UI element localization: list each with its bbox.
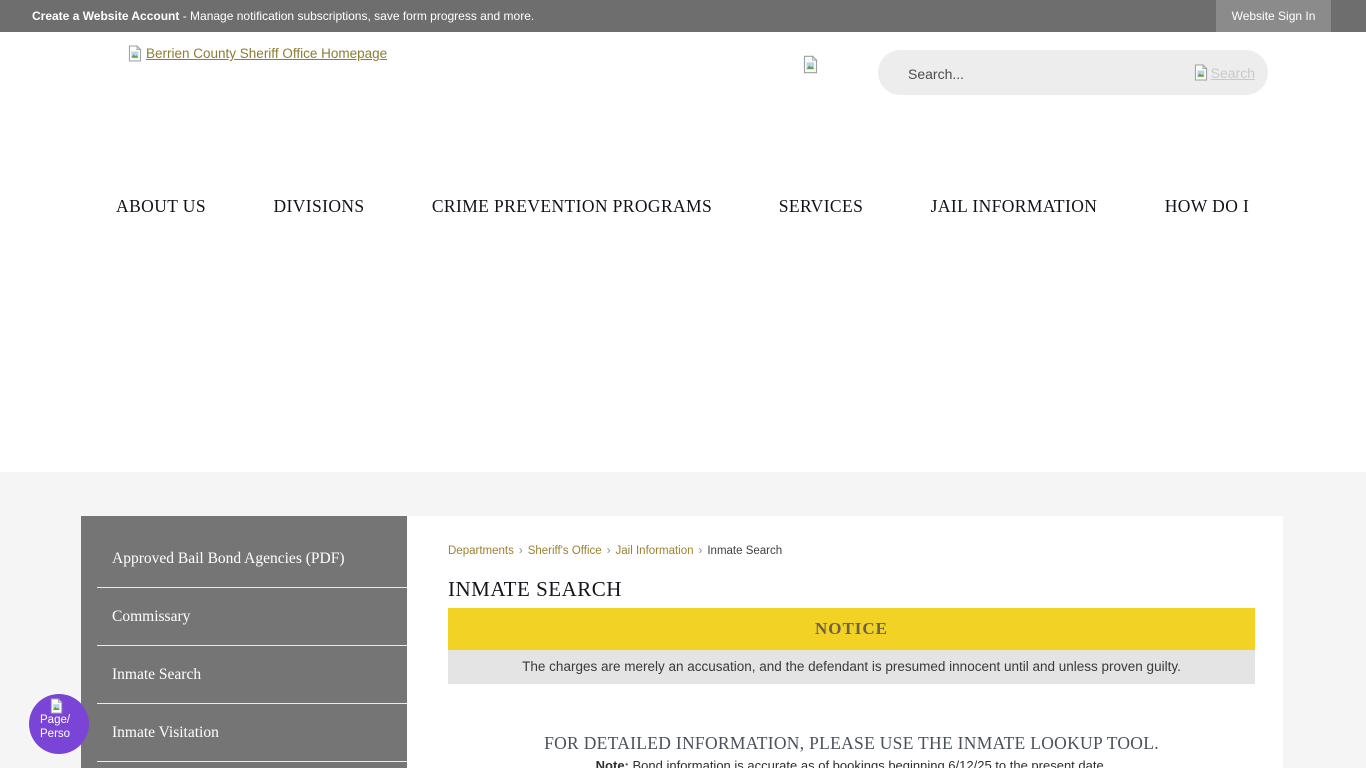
nav-item-jail-information[interactable]: JAIL INFORMATION	[931, 196, 1098, 217]
search-button-label: Search	[1211, 65, 1255, 81]
breadcrumb-link-sheriffs-office[interactable]: Sheriff's Office	[528, 545, 602, 557]
widget-label-line2: Perso	[40, 728, 70, 740]
search-button[interactable]: Search	[1193, 50, 1255, 95]
bond-note: Note: Bond information is accurate as of…	[448, 758, 1255, 768]
sidebar-item-inmate-visitation[interactable]: Inmate Visitation	[81, 704, 407, 762]
breadcrumb-separator: ›	[514, 545, 528, 557]
breadcrumb-separator: ›	[602, 545, 616, 557]
account-line: Create a Website Account - Manage notifi…	[32, 0, 534, 32]
search-input[interactable]	[906, 50, 1140, 97]
bond-note-text: Bond information is accurate as of booki…	[629, 758, 1107, 768]
broken-image-icon	[49, 698, 64, 714]
nav-item-crime-prevention-programs[interactable]: CRIME PREVENTION PROGRAMS	[432, 196, 712, 217]
widget-label-line1: Page/	[40, 714, 70, 726]
notice-banner-title: NOTICE	[448, 608, 1255, 650]
broken-image-icon	[1193, 64, 1209, 81]
breadcrumb: Departments›Sheriff's Office›Jail Inform…	[448, 545, 782, 557]
nav-item-divisions[interactable]: DIVISIONS	[273, 196, 364, 217]
account-tagline: - Manage notification subscriptions, sav…	[179, 9, 534, 23]
inmate-lookup-message: FOR DETAILED INFORMATION, PLEASE USE THE…	[448, 733, 1255, 754]
breadcrumb-separator: ›	[694, 545, 708, 557]
create-account-link[interactable]: Create a Website Account	[32, 9, 179, 23]
homepage-logo-link[interactable]: Berrien County Sheriff Office Homepage	[127, 45, 387, 62]
breadcrumb-link-jail-information[interactable]: Jail Information	[616, 545, 694, 557]
page-title: INMATE SEARCH	[448, 577, 622, 602]
nav-item-about-us[interactable]: ABOUT US	[116, 196, 206, 217]
breadcrumb-current-page: Inmate Search	[707, 545, 782, 557]
top-utility-bar: Create a Website Account - Manage notifi…	[0, 0, 1366, 32]
nav-item-services[interactable]: SERVICES	[779, 196, 863, 217]
broken-image-icon	[802, 55, 819, 74]
bond-note-label: Note:	[596, 758, 629, 768]
sidebar-item-commissary[interactable]: Commissary	[81, 588, 407, 646]
sidebar-menu: Approved Bail Bond Agencies (PDF) Commis…	[81, 516, 407, 768]
sidebar-item-inmate-search[interactable]: Inmate Search	[81, 646, 407, 704]
page: Create a Website Account - Manage notifi…	[0, 0, 1366, 768]
sidebar-item-approved-bail-bond-agencies[interactable]: Approved Bail Bond Agencies (PDF)	[81, 530, 407, 588]
homepage-link-label: Berrien County Sheriff Office Homepage	[146, 46, 387, 61]
nav-item-how-do-i[interactable]: HOW DO I	[1165, 196, 1250, 217]
search-bar: Search	[878, 50, 1268, 95]
website-sign-in-button[interactable]: Website Sign In	[1216, 0, 1331, 32]
page-personalization-widget-button[interactable]: Page/ Perso	[29, 694, 89, 754]
notice-banner-body: The charges are merely an accusation, an…	[448, 650, 1255, 684]
broken-image-icon	[127, 45, 143, 62]
breadcrumb-link-departments[interactable]: Departments	[448, 545, 514, 557]
